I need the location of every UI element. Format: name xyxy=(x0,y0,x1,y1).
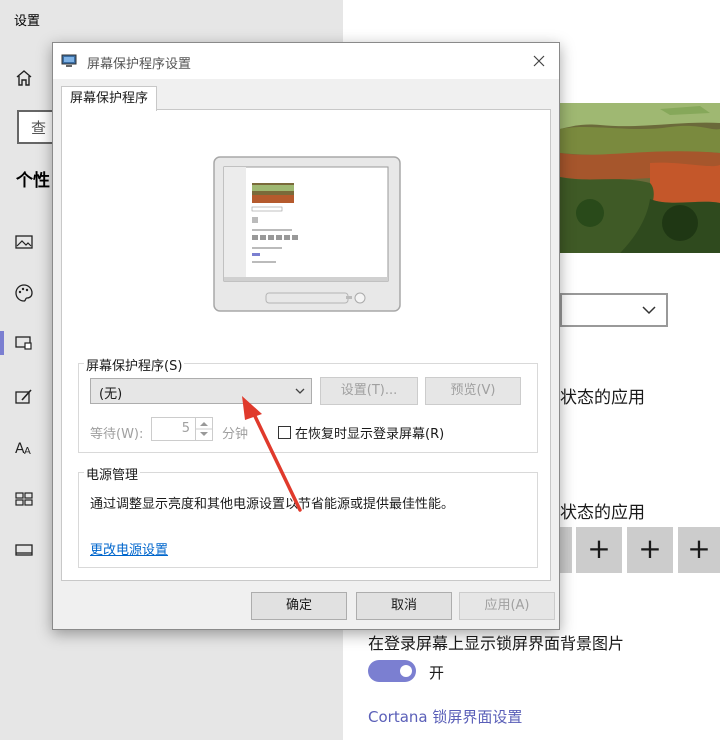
picture-icon[interactable] xyxy=(14,232,40,258)
change-power-settings-link[interactable]: 更改电源设置 xyxy=(90,539,168,558)
toggle-state-label: 开 xyxy=(429,664,445,682)
dialog-titlebar[interactable]: 屏幕保护程序设置 xyxy=(53,43,559,79)
active-nav-indicator xyxy=(0,331,4,355)
chevron-down-icon xyxy=(295,388,305,394)
cortana-lockscreen-link[interactable]: Cortana 锁屏界面设置 xyxy=(368,706,522,727)
resume-login-checkbox[interactable] xyxy=(278,426,291,439)
monitor-preview xyxy=(213,156,401,312)
cancel-button[interactable]: 取消 xyxy=(356,592,452,620)
quick-status-app-slot[interactable] xyxy=(560,527,572,573)
add-app-button[interactable]: + xyxy=(627,527,673,573)
wait-minutes-value: 5 xyxy=(181,421,190,436)
tab-screensaver[interactable]: 屏幕保护程序 xyxy=(61,86,158,111)
screensaver-select[interactable]: (无) xyxy=(90,378,312,404)
quick-status-label: 状态的应用 xyxy=(560,503,645,523)
spin-arrows-icon[interactable] xyxy=(195,418,212,440)
power-description: 通过调整显示亮度和其他电源设置以节省能源或提供最佳性能。 xyxy=(90,497,455,512)
theme-brush-icon[interactable] xyxy=(14,387,40,413)
screensaver-group-label: 屏幕保护程序(S) xyxy=(84,355,185,374)
wait-minutes-stepper[interactable]: 5 xyxy=(151,417,213,441)
show-background-label: 在登录屏幕上显示锁屏界面背景图片 xyxy=(368,634,625,653)
toggle-knob xyxy=(400,665,412,677)
wait-label: 等待(W): xyxy=(90,427,144,442)
home-icon[interactable] xyxy=(14,68,38,92)
chevron-down-icon xyxy=(642,306,656,315)
start-icon[interactable] xyxy=(14,489,40,515)
preview-button[interactable]: 预览(V) xyxy=(425,377,521,405)
show-background-toggle[interactable] xyxy=(368,660,416,682)
apply-button[interactable]: 应用(A) xyxy=(459,592,555,620)
svg-text:A: A xyxy=(24,446,31,457)
minutes-label: 分钟 xyxy=(222,427,249,442)
font-icon[interactable]: AA xyxy=(14,437,40,463)
add-app-button[interactable]: + xyxy=(678,527,720,573)
lockscreen-background-dropdown[interactable] xyxy=(560,293,668,327)
section-heading: 个性 xyxy=(16,171,50,191)
detailed-status-label: 状态的应用 xyxy=(560,388,645,408)
dialog-title: 屏幕保护程序设置 xyxy=(87,57,192,72)
close-icon[interactable] xyxy=(529,51,549,71)
resume-login-label[interactable]: 在恢复时显示登录屏幕(R) xyxy=(295,423,444,442)
settings-button[interactable]: 设置(T)... xyxy=(320,377,418,405)
screensaver-selected-value: (无) xyxy=(99,387,123,402)
taskbar-icon[interactable] xyxy=(14,540,40,566)
lockscreen-preview-image xyxy=(560,103,720,253)
ok-button[interactable]: 确定 xyxy=(251,592,347,620)
settings-title: 设置 xyxy=(14,14,41,29)
screensaver-app-icon xyxy=(61,54,77,67)
tab-panel: 屏幕保护程序(S) (无) 设置(T)... 预览(V) 等待(W): 5 分钟… xyxy=(61,109,551,581)
add-app-button[interactable]: + xyxy=(576,527,622,573)
lockscreen-icon[interactable] xyxy=(14,333,40,359)
power-group-label: 电源管理 xyxy=(84,464,141,483)
palette-icon[interactable] xyxy=(14,283,40,309)
screensaver-dialog: 屏幕保护程序设置 屏幕保护程序 屏幕保护程序(S) (无) 设置(T)... 预… xyxy=(52,42,560,630)
